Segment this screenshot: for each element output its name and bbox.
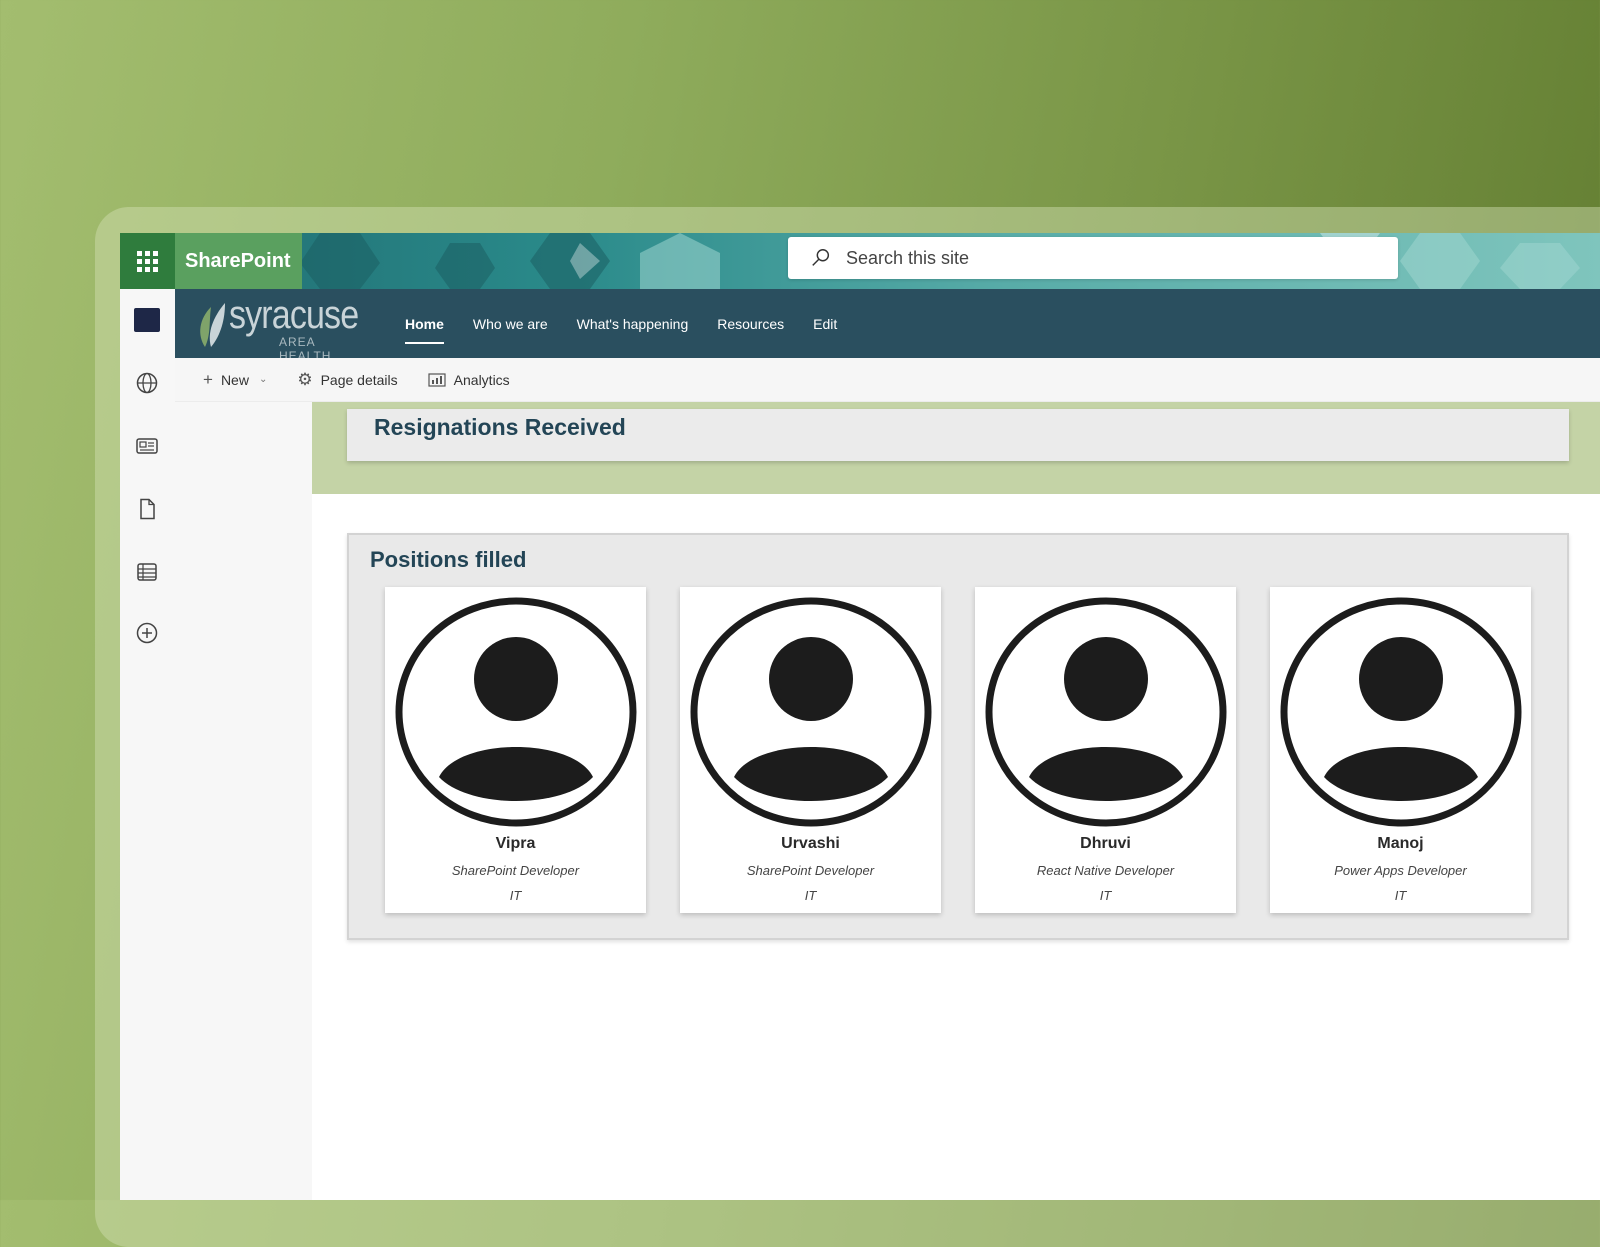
top-navigation: Home Who we are What's happening Resourc… [405,289,866,358]
site-logo-icon [134,308,160,332]
nav-home[interactable]: Home [405,310,444,344]
file-icon [140,498,155,520]
avatar-icon [690,597,932,827]
search-icon [812,249,830,266]
site-logo[interactable]: syracuse AREA HEALTH [195,293,359,363]
person-role: SharePoint Developer [451,863,580,878]
left-gutter [175,402,312,1200]
search-input[interactable]: Search this site [846,248,969,269]
list-icon [137,563,157,581]
analytics-label: Analytics [453,371,510,388]
person-name: Vipra [495,835,536,852]
page-details-label: Page details [320,371,398,388]
person-name: Dhruvi [1080,835,1131,852]
create-button[interactable] [130,616,164,650]
nav-edit[interactable]: Edit [813,310,837,338]
nav-who-we-are[interactable]: Who we are [473,310,548,338]
globe-icon [136,372,158,394]
site-header: syracuse AREA HEALTH Home Who we are Wha… [175,289,1600,363]
people-cards: Vipra SharePoint Developer IT Urvashi Sh… [385,587,1531,913]
files-button[interactable] [130,492,164,526]
positions-webpart: Positions filled Vipra SharePoint Develo… [347,533,1569,940]
analytics-button[interactable]: Analytics [428,372,510,388]
avatar-icon [1280,597,1522,827]
person-role: Power Apps Developer [1334,863,1467,878]
person-role: React Native Developer [1036,863,1175,878]
nav-resources[interactable]: Resources [717,310,784,338]
page-details-button[interactable]: ⚙ Page details [297,370,397,390]
logo-wordmark: syracuse [229,293,359,337]
add-circle-icon [136,622,158,644]
person-department: IT [1394,888,1407,903]
new-button[interactable]: + New ⌄ [203,370,267,390]
app-launcher-button[interactable] [120,233,175,289]
new-label: New [220,371,249,388]
resignations-webpart: Resignations Received [347,409,1569,461]
person-department: IT [509,888,522,903]
person-card[interactable]: Urvashi SharePoint Developer IT [680,587,941,913]
site-logo-button[interactable] [130,303,164,337]
lists-button[interactable] [130,555,164,589]
sharepoint-window: SharePoint Search this site syracuse ARE… [120,233,1600,1200]
news-button[interactable] [130,429,164,463]
command-bar: + New ⌄ ⚙ Page details Analytics [175,358,1600,402]
person-card[interactable]: Dhruvi React Native Developer IT [975,587,1236,913]
resignations-title: Resignations Received [374,414,626,440]
app-bar [120,289,176,1200]
person-department: IT [1099,888,1112,903]
gear-icon: ⚙ [297,369,313,389]
person-card[interactable]: Manoj Power Apps Developer IT [1270,587,1531,913]
person-name: Manoj [1377,835,1424,852]
suite-bar: SharePoint Search this site [120,233,1600,289]
chevron-down-icon: ⌄ [258,374,268,385]
sharepoint-brand[interactable]: SharePoint [175,233,302,289]
search-box[interactable]: Search this site [788,237,1398,279]
leaf-logo-icon [200,303,225,347]
avatar-icon [985,597,1227,827]
app-launcher-icon [137,250,158,272]
person-name: Urvashi [781,835,840,852]
plus-icon: + [203,369,213,389]
person-card[interactable]: Vipra SharePoint Developer IT [385,587,646,913]
person-role: SharePoint Developer [746,863,875,878]
person-department: IT [804,888,817,903]
news-icon [136,438,158,454]
nav-whats-happening[interactable]: What's happening [577,310,689,338]
positions-title: Positions filled [370,547,527,572]
analytics-icon [428,372,446,387]
global-nav-button[interactable] [130,366,164,400]
avatar-icon [395,597,637,827]
